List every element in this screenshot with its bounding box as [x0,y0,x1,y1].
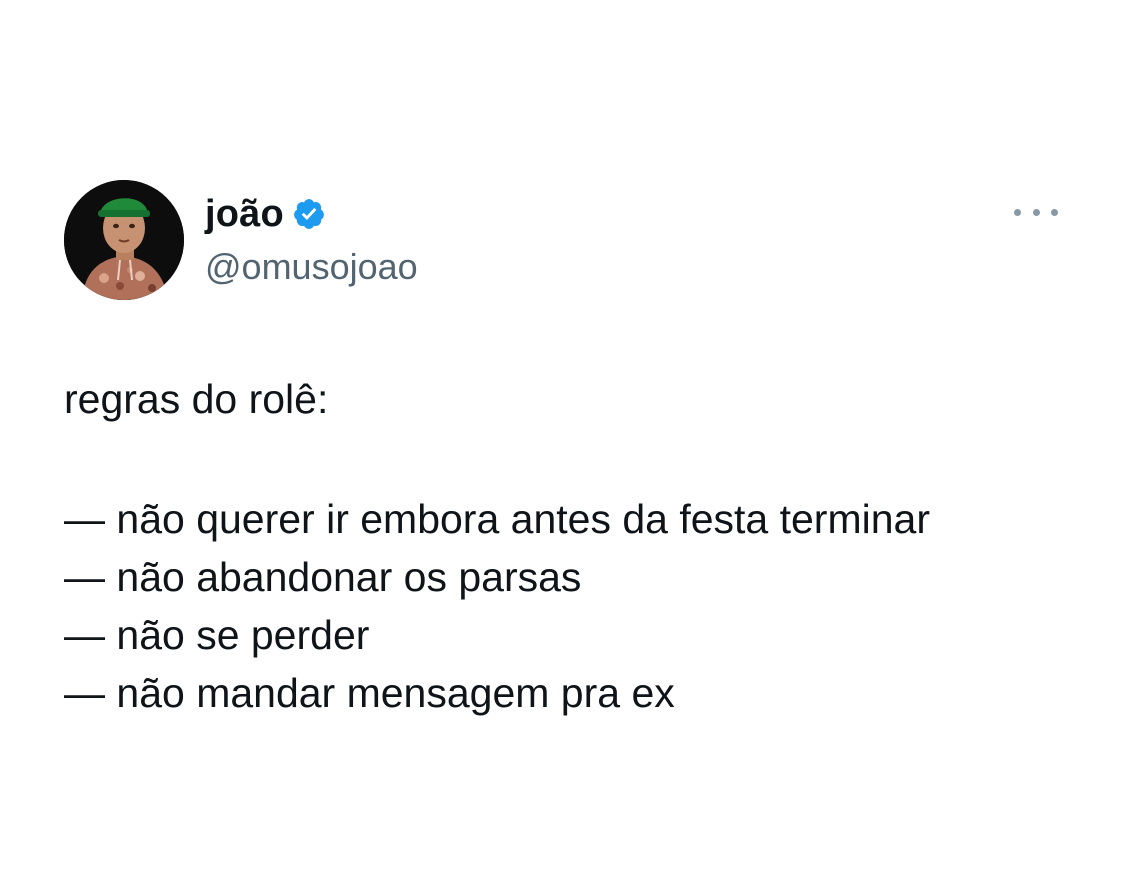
tweet-rule-line: — não querer ir embora antes da festa te… [64,496,930,542]
author-name-row: joão [205,190,326,238]
dot-icon [1051,208,1058,216]
dot-icon [1032,208,1040,216]
tweet-intro-line: regras do rolê: [64,376,329,422]
dot-icon [1014,208,1021,216]
author-handle[interactable]: @omusojoao [205,246,418,288]
author-display-name[interactable]: joão [205,193,284,236]
tweet-rule-line: — não abandonar os parsas [64,554,582,600]
verified-badge-icon [292,197,326,231]
avatar-photo [64,180,184,300]
tweet-text: regras do rolê: — não querer ir embora a… [64,370,1064,722]
avatar[interactable] [64,180,184,300]
tweet-rule-line: — não mandar mensagem pra ex [64,670,675,716]
tweet-rule-line: — não se perder [64,612,370,658]
more-options-icon[interactable] [1014,200,1058,224]
tweet-card: joão @omusojoao regras do rolê: — não qu… [0,0,1125,889]
